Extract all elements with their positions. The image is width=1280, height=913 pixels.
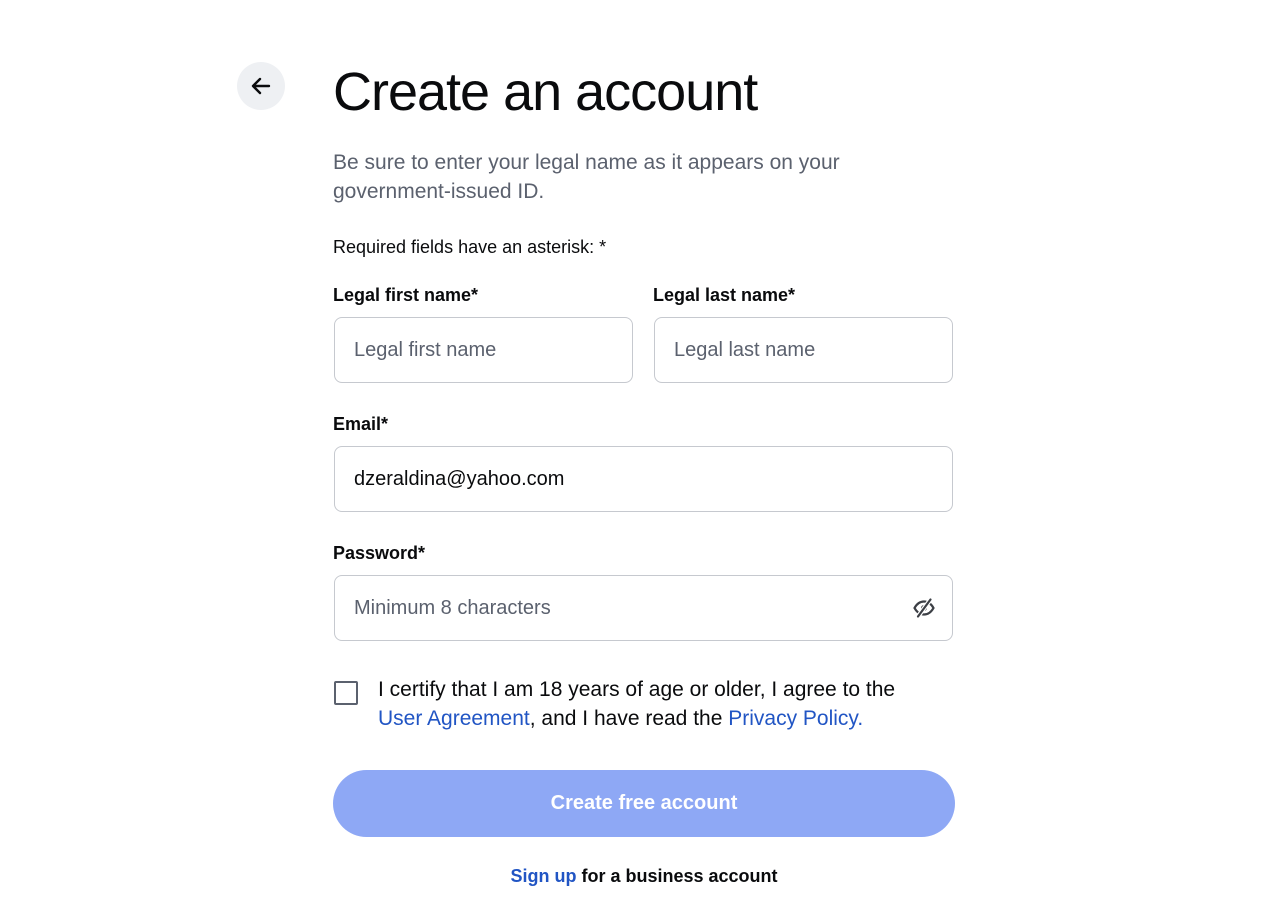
page-title: Create an account xyxy=(333,62,758,122)
create-account-page: Create an account Be sure to enter your … xyxy=(0,0,1280,913)
required-fields-note: Required fields have an asterisk: * xyxy=(333,237,607,257)
password-field-box xyxy=(334,575,953,641)
create-account-button[interactable]: Create free account xyxy=(333,770,955,837)
last-name-field-box xyxy=(654,317,953,383)
business-signup-link[interactable]: Sign up xyxy=(510,866,576,886)
email-label: Email* xyxy=(333,414,389,434)
back-button[interactable] xyxy=(237,62,285,110)
first-name-field-box xyxy=(334,317,633,383)
email-input[interactable] xyxy=(354,467,933,491)
user-agreement-link[interactable]: User Agreement xyxy=(378,707,530,730)
arrow-left-icon xyxy=(251,77,271,95)
email-field-box xyxy=(334,446,953,512)
terms-text-before: I certify that I am 18 years of age or o… xyxy=(378,678,896,701)
terms-text-middle: , and I have read the xyxy=(529,707,729,730)
business-signup-line: Sign up for a business account xyxy=(333,866,955,887)
password-input[interactable] xyxy=(354,596,912,620)
password-label: Password* xyxy=(333,543,426,563)
terms-text: I certify that I am 18 years of age or o… xyxy=(378,675,938,733)
first-name-input[interactable] xyxy=(354,338,619,362)
privacy-policy-link[interactable]: Privacy Policy. xyxy=(728,707,863,730)
first-name-label: Legal first name* xyxy=(333,285,479,305)
terms-checkbox[interactable] xyxy=(334,681,358,705)
business-signup-text: for a business account xyxy=(576,866,778,886)
last-name-label: Legal last name* xyxy=(653,285,796,305)
last-name-input[interactable] xyxy=(674,338,939,362)
eye-off-icon[interactable] xyxy=(912,596,936,620)
page-subtitle: Be sure to enter your legal name as it a… xyxy=(333,151,840,203)
